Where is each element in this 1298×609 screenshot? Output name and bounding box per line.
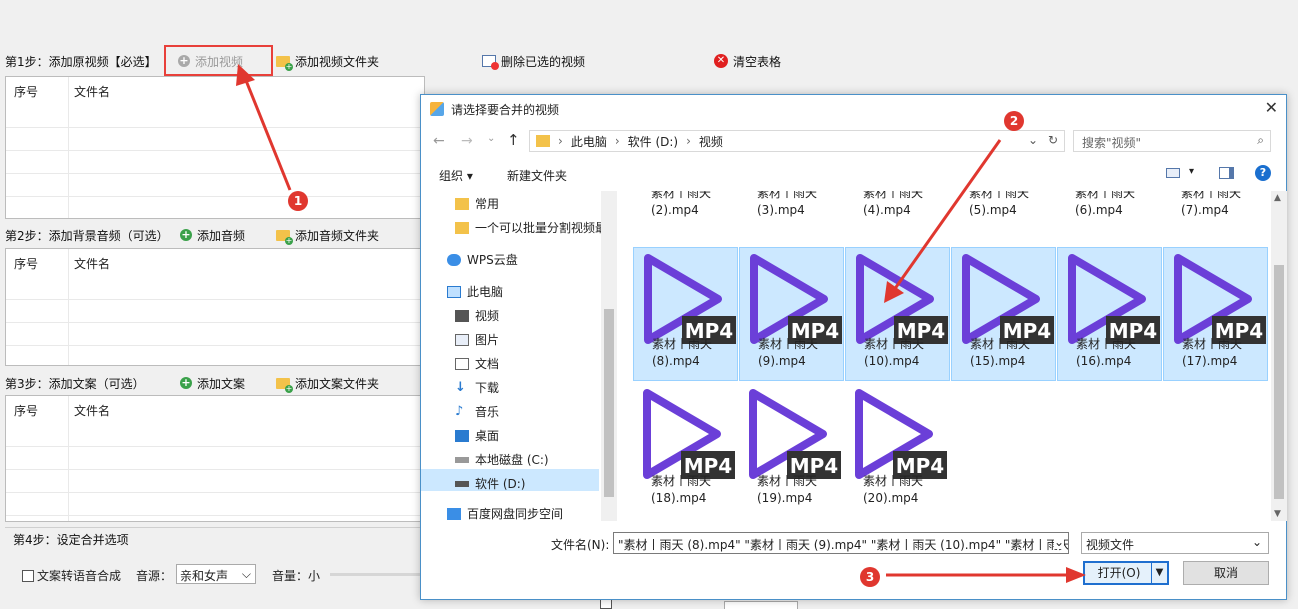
arrow-1 [236,64,292,191]
step-marker-3: 3 [860,567,880,587]
step-marker-1: 1 [288,191,308,211]
step-marker-2: 2 [1004,111,1024,131]
annotation-overlay [236,64,1086,583]
arrow-2 [884,139,1002,303]
arrow-3 [886,567,1086,583]
